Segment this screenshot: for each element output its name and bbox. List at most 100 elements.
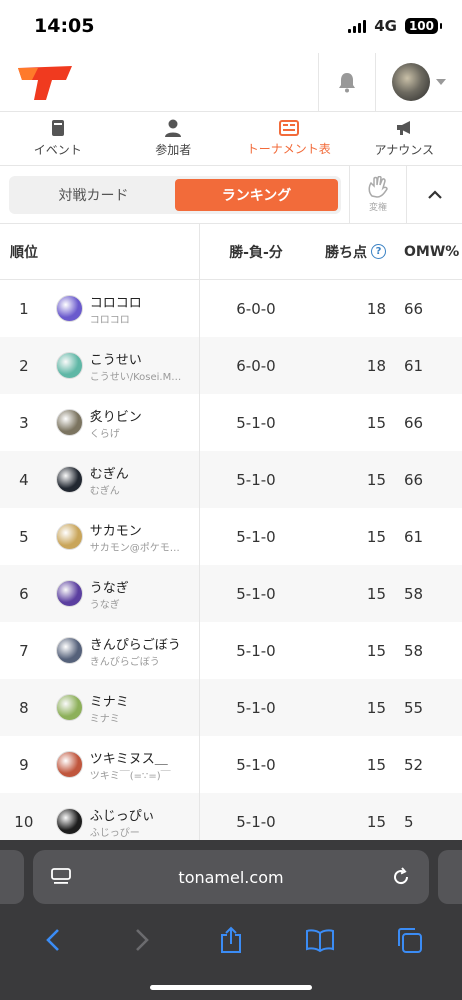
rank-number: 5 — [19, 527, 29, 546]
player-cell: 8 ミナミ ミナミ — [0, 679, 200, 736]
player-name[interactable]: コロコロ — [90, 292, 199, 311]
page-menu-icon[interactable] — [51, 868, 71, 886]
record-value: 5-1-0 — [236, 527, 276, 546]
tab-tournament-bracket-label: トーナメント表 — [246, 142, 331, 156]
player-handle: きんぴらごぼう — [89, 656, 160, 668]
player-avatar[interactable] — [55, 808, 83, 835]
share-button[interactable] — [211, 920, 251, 960]
user-avatar — [392, 62, 430, 101]
points-value: 15 — [366, 527, 386, 546]
omw-value: 55 — [404, 698, 424, 717]
col-omw[interactable]: OMW% — [400, 244, 462, 260]
player-avatar[interactable] — [55, 409, 83, 436]
col-points[interactable]: 勝ち点 ? — [312, 242, 400, 262]
record-value: 6-0-0 — [236, 356, 276, 375]
back-button[interactable] — [33, 920, 73, 960]
address-bar[interactable]: tonamel.com — [33, 850, 429, 904]
omw-value: 5 — [404, 812, 414, 831]
table-row[interactable]: 7 きんぴらごぼう きんぴらごぼう 5-1-0 15 58 — [0, 622, 462, 679]
rank-number: 7 — [19, 641, 29, 660]
points-value: 15 — [366, 755, 386, 774]
next-tab-peek[interactable] — [438, 850, 462, 904]
help-icon[interactable]: ? — [371, 244, 386, 259]
rank-number: 2 — [19, 356, 29, 375]
player-avatar[interactable] — [55, 694, 83, 721]
tabs-button[interactable] — [389, 920, 429, 960]
omw-value: 52 — [404, 755, 424, 774]
points-value: 18 — [366, 299, 386, 318]
player-avatar[interactable] — [55, 580, 83, 607]
prev-tab-peek[interactable] — [0, 850, 24, 904]
player-name[interactable]: ふじっぴぃ — [90, 805, 199, 824]
player-name[interactable]: うなぎ — [90, 577, 199, 596]
tab-tournament-bracket[interactable]: トーナメント表 — [231, 112, 347, 165]
omw-value: 61 — [404, 356, 424, 375]
player-name[interactable]: きんぴらごぼう — [90, 634, 199, 653]
player-name[interactable]: こうせい — [90, 349, 199, 368]
col-record[interactable]: 勝-負-分 — [200, 242, 312, 262]
ranking-tab[interactable]: ランキング — [175, 178, 338, 211]
player-name[interactable]: 炙りビン — [90, 406, 199, 425]
cheer-button[interactable]: 変権 — [349, 165, 407, 224]
bookmarks-button[interactable] — [300, 920, 340, 960]
table-row[interactable]: 1 コロコロ コロコロ 6-0-0 18 66 — [0, 280, 462, 337]
collapse-button[interactable] — [407, 189, 462, 200]
cheer-label: 変権 — [368, 203, 387, 213]
status-indicators: 4G 100 — [348, 17, 443, 35]
record-value: 6-0-0 — [236, 299, 276, 318]
player-name[interactable]: サカモン — [90, 520, 199, 539]
player-names: コロコロ コロコロ — [90, 292, 199, 326]
table-row[interactable]: 8 ミナミ ミナミ 5-1-0 15 55 — [0, 679, 462, 736]
view-switch-bar: 対戦カード ランキング 変権 — [0, 165, 462, 224]
table-row[interactable]: 6 うなぎ うなぎ 5-1-0 15 58 — [0, 565, 462, 622]
player-cell: 7 きんぴらごぼう きんぴらごぼう — [0, 622, 200, 679]
forward-arrow-icon — [135, 929, 149, 951]
player-name[interactable]: ミナミ — [90, 691, 199, 710]
player-names: きんぴらごぼう きんぴらごぼう — [90, 634, 199, 668]
col-rank[interactable]: 順位 — [0, 224, 200, 279]
matchcards-tab[interactable]: 対戦カード — [12, 179, 175, 211]
player-avatar[interactable] — [55, 352, 83, 379]
status-time: 14:05 — [34, 15, 95, 37]
forward-button[interactable] — [122, 920, 162, 960]
home-indicator[interactable] — [150, 985, 312, 990]
player-avatar[interactable] — [55, 295, 83, 322]
table-row[interactable]: 9 ツキミヌス＿ ツキミ￣(=∵=)￣ 5-1-0 15 52 — [0, 736, 462, 793]
user-menu-button[interactable] — [376, 53, 462, 111]
col-points-label: 勝ち点 — [325, 244, 367, 261]
back-arrow-icon — [45, 929, 59, 951]
player-names: ツキミヌス＿ ツキミ￣(=∵=)￣ — [90, 748, 199, 782]
player-avatar[interactable] — [55, 523, 83, 550]
record-value: 5-1-0 — [236, 812, 276, 831]
player-cell: 6 うなぎ うなぎ — [0, 565, 200, 622]
table-row[interactable]: 2 こうせい こうせい/Kosei.M… 6-0-0 18 61 — [0, 337, 462, 394]
reload-icon[interactable] — [391, 867, 411, 887]
points-value: 15 — [366, 584, 386, 603]
tab-event[interactable]: イベント — [0, 112, 116, 165]
player-cell: 5 サカモン サカモン@ポケモ… — [0, 508, 200, 565]
player-name[interactable]: ツキミヌス＿ — [90, 748, 199, 767]
table-row[interactable]: 3 炙りビン くらげ 5-1-0 15 66 — [0, 394, 462, 451]
player-avatar[interactable] — [55, 751, 83, 778]
player-cell: 2 こうせい こうせい/Kosei.M… — [0, 337, 200, 394]
person-icon — [165, 119, 182, 137]
tonamel-logo[interactable] — [0, 52, 76, 112]
ranking-table-body: 1 コロコロ コロコロ 6-0-0 18 66 2 こうせい こうせい/Kosei.M… 6-0-… — [0, 280, 462, 850]
table-row[interactable]: 5 サカモン サカモン@ポケモ… 5-1-0 15 61 — [0, 508, 462, 565]
points-value: 18 — [366, 356, 386, 375]
waving-hand-icon — [368, 176, 388, 198]
player-handle: むぎん — [89, 485, 120, 497]
tab-participants[interactable]: 参加者 — [116, 112, 232, 165]
player-name[interactable]: むぎん — [90, 463, 199, 482]
player-names: ミナミ ミナミ — [90, 691, 199, 725]
tab-announce[interactable]: アナウンス — [347, 112, 462, 165]
player-handle: ふじっぴー — [89, 827, 140, 839]
player-avatar[interactable] — [55, 466, 83, 493]
notification-button[interactable] — [318, 52, 376, 111]
player-avatar[interactable] — [55, 637, 83, 664]
record-value: 5-1-0 — [236, 413, 276, 432]
record-value: 5-1-0 — [236, 698, 276, 717]
table-row[interactable]: 4 むぎん むぎん 5-1-0 15 66 — [0, 451, 462, 508]
player-cell: 4 むぎん むぎん — [0, 451, 200, 508]
rank-number: 3 — [19, 413, 29, 432]
